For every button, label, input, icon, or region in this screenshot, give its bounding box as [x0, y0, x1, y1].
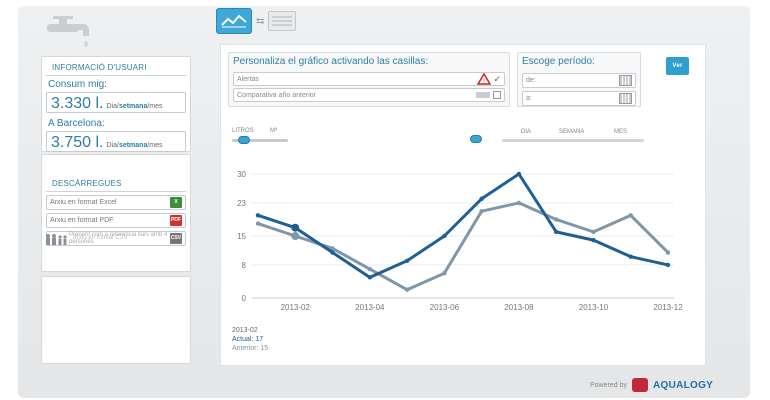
hover-anterior: Anterior: 15: [232, 345, 269, 352]
comparison-line-icon: [476, 92, 490, 98]
barcelona-label: A Barcelona:: [48, 118, 105, 129]
data-point-anterior: [291, 232, 300, 240]
period-dia[interactable]: Dia: [521, 129, 531, 135]
view-toggle: ⇆: [216, 8, 297, 34]
tap-icon: [47, 16, 89, 47]
data-point-anterior: [367, 266, 373, 272]
ver-button[interactable]: Ver: [666, 57, 689, 75]
data-point-actual: [553, 229, 559, 235]
periodo-panel: Escoge período: de: a:: [517, 52, 641, 107]
data-point-actual: [404, 258, 410, 263]
hover-actual: Actual: 17: [232, 336, 264, 343]
data-point-anterior: [665, 250, 671, 255]
period-indicator[interactable]: [470, 135, 482, 143]
alertas-checkbox[interactable]: Alertas ! ✓: [233, 72, 505, 86]
unit-slider-knob[interactable]: [238, 136, 250, 144]
water-tap-logo: [27, 10, 191, 52]
y-tick-label: 30: [237, 170, 246, 179]
date-to-input[interactable]: a:: [522, 91, 636, 106]
y-tick-label: 8: [242, 261, 247, 270]
data-point-actual: [255, 213, 261, 218]
csv-icon: CSV: [170, 233, 182, 244]
data-point-actual: [367, 275, 373, 280]
aqualogy-brand: AQUALOGY: [652, 379, 714, 391]
data-point-actual: [516, 171, 522, 177]
check-icon: ✓: [493, 73, 501, 84]
swap-arrows-icon: ⇆: [256, 15, 265, 27]
periodo-title: Escoge período:: [522, 56, 595, 67]
data-point-anterior: [591, 229, 596, 235]
x-tick-label: 2013-12: [653, 303, 683, 312]
period-mes[interactable]: Mes: [614, 129, 627, 135]
consum-unit[interactable]: Dia/setmana/mes: [106, 103, 162, 110]
data-point-anterior: [255, 221, 261, 226]
powered-by-label: Powered by: [590, 381, 627, 389]
sidebar: Informació d'usuari Consum mig: 3.330 l.…: [27, 10, 191, 368]
line-chart-icon[interactable]: [216, 8, 252, 34]
data-point-actual: [628, 254, 633, 259]
x-tick-label: 2013-02: [281, 303, 311, 312]
x-tick-label: 2013-08: [504, 303, 534, 312]
x-tick-label: 2013-04: [355, 303, 385, 312]
downloads-card: Descàrregues Arxiu en format Excel X Arx…: [41, 154, 191, 272]
consum-value-box: 3.330 l. Dia/setmana/mes: [46, 92, 186, 113]
period-slider-track[interactable]: [502, 139, 644, 142]
data-point-actual: [479, 196, 484, 201]
barcelona-value: 3.750 l.: [51, 134, 104, 151]
data-point-actual: [591, 237, 596, 243]
data-point-actual: [330, 250, 335, 255]
data-point-anterior: [628, 213, 633, 218]
excel-icon: X: [170, 197, 182, 208]
warning-icon: !: [477, 73, 492, 85]
x-tick-label: 2013-10: [579, 303, 609, 312]
data-point-actual: [665, 262, 671, 268]
empty-checkbox-icon: [493, 91, 501, 99]
download-pdf-button[interactable]: Arxiu en format PDF PDF: [46, 213, 186, 228]
y-tick-label: 23: [237, 199, 246, 208]
table-icon[interactable]: [268, 11, 297, 31]
data-point-anterior: [442, 271, 447, 276]
download-excel-button[interactable]: Arxiu en format Excel X: [46, 195, 186, 210]
data-point-anterior: [553, 217, 559, 222]
data-point-actual: [442, 233, 447, 239]
x-tick-label: 2013-06: [430, 303, 460, 312]
empty-card: [41, 276, 191, 364]
download-csv-button[interactable]: Prenent com a referència llars amb 4 per…: [46, 231, 186, 246]
powered-by: Powered by AQUALOGY: [590, 378, 713, 392]
hover-date: 2013-02: [232, 327, 258, 334]
downloads-title: Descàrregues: [46, 173, 186, 192]
date-from-input[interactable]: de:: [522, 73, 636, 88]
family-icon: [46, 234, 67, 245]
data-point-anterior: [479, 209, 484, 214]
personaliza-panel: Personaliza el gráfico activando las cas…: [228, 52, 510, 107]
consumption-line-chart: 0 8 15 23 30 2013-02 2013-04 2013-06 2013-08 2013…: [237, 170, 683, 312]
data-point-anterior: [516, 200, 522, 206]
barcelona-unit[interactable]: Dia/setmana/mes: [106, 142, 162, 149]
barcelona-value-box: 3.750 l. Dia/setmana/mes: [46, 131, 186, 152]
period-semana[interactable]: Semana: [559, 129, 584, 135]
unit-litros-label[interactable]: Litros: [232, 128, 254, 134]
consum-value: 3.330 l.: [51, 95, 104, 112]
data-point-anterior: [404, 287, 410, 292]
aqualogy-logo-icon: [631, 378, 648, 392]
personaliza-title: Personaliza el gráfico activando las cas…: [233, 56, 429, 67]
comparativa-checkbox[interactable]: Comparativa año anterior: [233, 88, 505, 102]
unit-m3-label[interactable]: M³: [270, 128, 277, 134]
y-tick-label: 15: [237, 232, 246, 241]
calendar-icon[interactable]: [619, 93, 632, 104]
y-tick-label: 0: [242, 294, 247, 303]
pdf-icon: PDF: [170, 215, 182, 226]
consum-label: Consum mig:: [48, 79, 107, 90]
data-point-actual: [291, 223, 300, 232]
user-info-title: Informació d'usuari: [46, 57, 186, 76]
hover-info: 2013-02 Actual: 17 Anterior: 15: [232, 326, 268, 353]
user-info-card: Informació d'usuari Consum mig: 3.330 l.…: [41, 56, 191, 152]
calendar-icon[interactable]: [619, 75, 632, 86]
